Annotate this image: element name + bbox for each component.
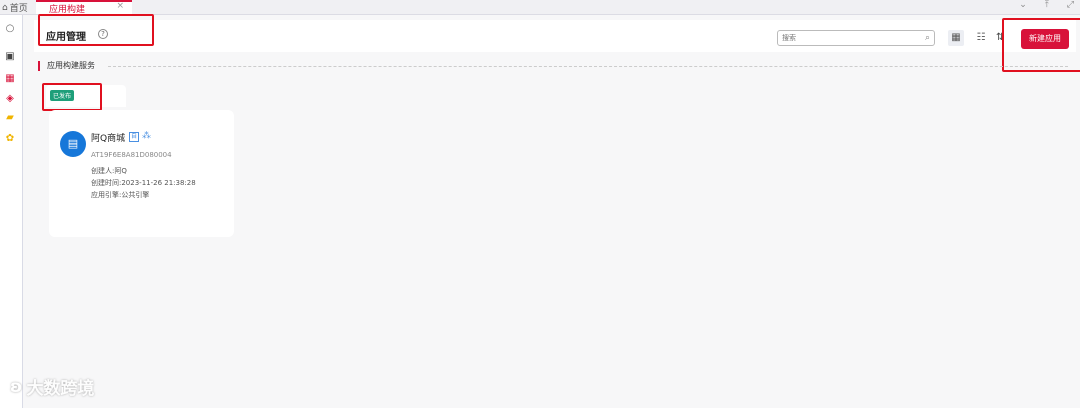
- title-highlight-box: [38, 14, 154, 46]
- watermark: ʚ 大数跨境: [10, 374, 95, 400]
- list-view-icon[interactable]: ☷: [973, 30, 989, 46]
- tab-home-label: 首页: [9, 4, 28, 14]
- app-engine: 应用引擎:公共引擎: [91, 191, 150, 199]
- app-id: AT19F6E8A81D080004: [91, 151, 172, 159]
- app-creator: 创建人:阿Q: [91, 167, 127, 175]
- app-card[interactable]: ▤ 阿Q商城 自 ⁂ AT19F6E8A81D080004 创建人:阿Q 创建时…: [49, 110, 234, 237]
- search-input[interactable]: [778, 31, 912, 45]
- upload-icon[interactable]: ⤒: [1045, 0, 1049, 10]
- section-divider: [108, 66, 1068, 67]
- watermark-logo-icon: ʚ: [10, 376, 23, 397]
- gear-icon[interactable]: ✿: [4, 133, 16, 145]
- tab-home[interactable]: ⌂ 首页: [2, 1, 28, 15]
- badge-highlight-box: [42, 83, 102, 111]
- cube-icon[interactable]: ◈: [4, 93, 16, 105]
- search-icon[interactable]: ○: [4, 23, 16, 35]
- watermark-text: 大数跨境: [26, 379, 95, 399]
- org-tree-icon[interactable]: ⁂: [142, 131, 151, 141]
- page-header: 应用管理 ? ⌕ ▦ ☷ ⇅ 新建应用: [34, 14, 1080, 72]
- app-avatar-icon: ▤: [60, 131, 86, 157]
- folder-icon[interactable]: ▣: [4, 51, 16, 63]
- section-header: 应用构建服务: [38, 60, 1068, 72]
- tab-app-build[interactable]: 应用构建 ×: [36, 0, 132, 15]
- window-controls: ⌄ ⤒ ⤢: [1019, 0, 1074, 10]
- close-icon[interactable]: ×: [116, 1, 124, 11]
- fullscreen-icon[interactable]: ⤢: [1067, 0, 1074, 10]
- app-type-icon: 自: [129, 132, 139, 142]
- tab-bar: ⌂ 首页 应用构建 × ⌄ ⤒ ⤢: [0, 0, 1080, 15]
- grid-view-icon[interactable]: ▦: [948, 30, 964, 46]
- home-icon: ⌂: [2, 2, 8, 13]
- sidebar: ○ ▣ ▦ ◈ ▰ ✿: [0, 15, 23, 408]
- app-created-time: 创建时间:2023-11-26 21:38:28: [91, 179, 196, 187]
- chevron-down-icon[interactable]: ⌄: [1019, 0, 1027, 10]
- app-name[interactable]: 阿Q商城: [91, 131, 125, 144]
- section-accent-bar: [38, 61, 40, 71]
- section-title: 应用构建服务: [47, 61, 95, 70]
- search-box[interactable]: ⌕: [777, 30, 935, 46]
- chat-icon[interactable]: ▰: [4, 112, 16, 124]
- main-content: 应用管理 ? ⌕ ▦ ☷ ⇅ 新建应用 应用构建服务 已发布 ▤ 阿Q商城 自 …: [28, 14, 1080, 408]
- search-icon[interactable]: ⌕: [925, 33, 930, 43]
- grid-apps-icon[interactable]: ▦: [4, 73, 16, 85]
